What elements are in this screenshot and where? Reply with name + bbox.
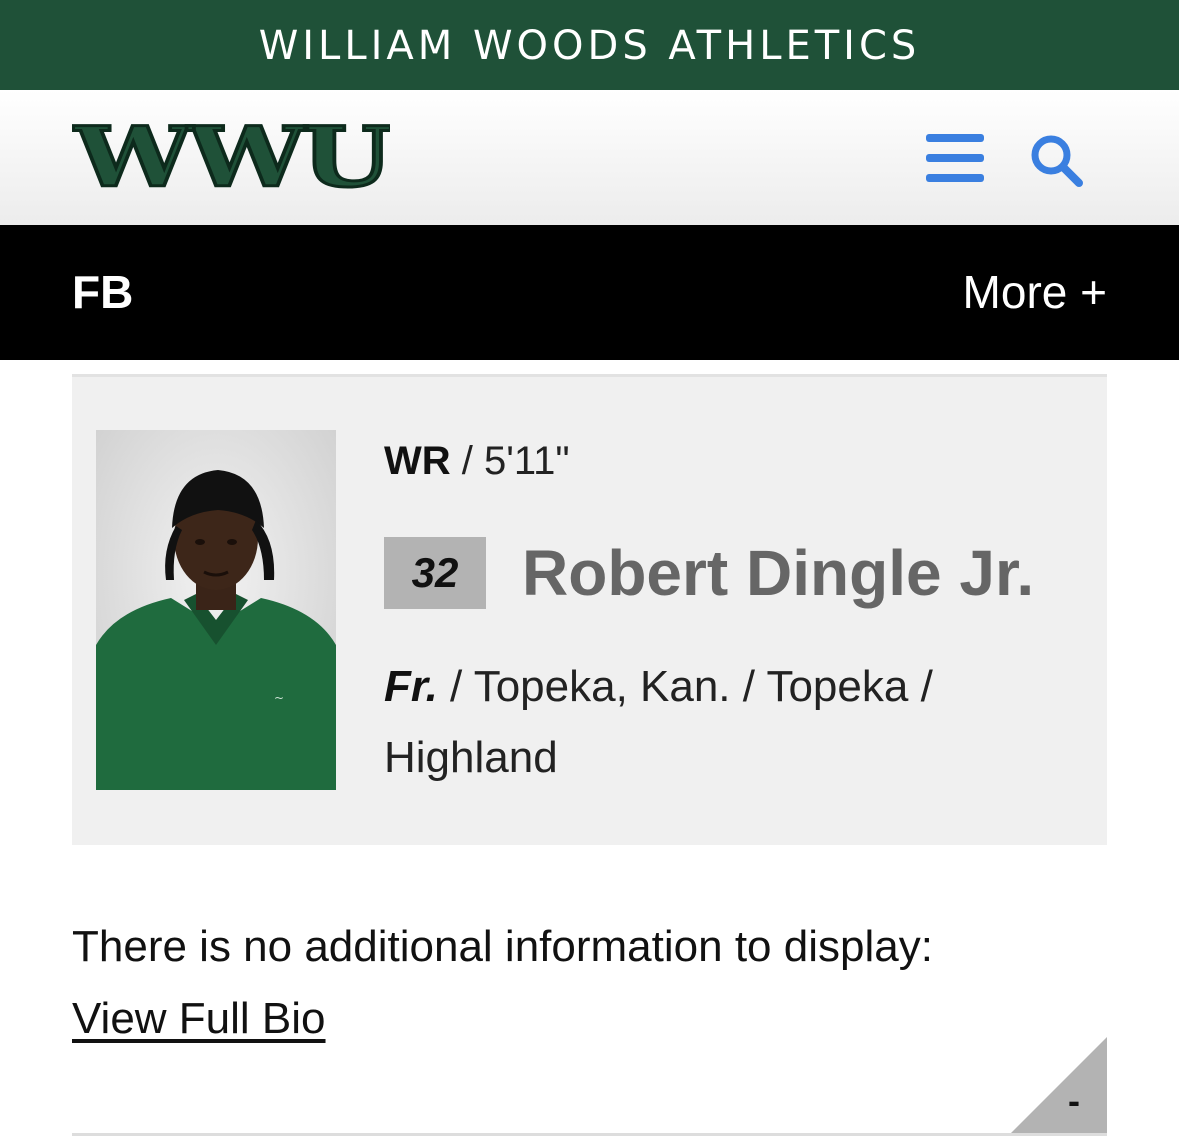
hometown: Topeka, Kan. [473,662,731,711]
jersey-number: 32 [384,537,486,609]
no-info-message: There is no additional information to di… [72,922,933,971]
hamburger-menu-icon[interactable] [924,132,986,184]
player-height: 5'11" [484,439,570,483]
player-card: ~ WR / 5'11" 32 Robert Dingle Jr. Fr. / … [72,374,1107,845]
view-full-bio-link[interactable]: View Full Bio [72,994,326,1044]
divider [72,1133,1107,1136]
collapse-toggle-corner[interactable] [1011,1037,1107,1133]
more-menu-button[interactable]: More + [963,265,1107,319]
collapse-button[interactable]: - [1068,1080,1080,1122]
separator: / [920,662,933,711]
player-name: Robert Dingle Jr. [522,537,1035,609]
high-school: Highland [384,733,558,782]
player-details: Fr. / Topeka, Kan. / Topeka / Highland [384,651,1084,793]
site-banner: WILLIAM WOODS ATHLETICS [0,0,1179,90]
player-position: WR [384,439,451,483]
previous-school: Topeka [766,662,909,711]
site-title: WILLIAM WOODS ATHLETICS [258,23,921,69]
svg-text:~: ~ [274,691,284,705]
wwu-logo[interactable]: WWU [72,124,390,196]
svg-text:WWU: WWU [73,124,390,196]
position-height-line: WR / 5'11" [384,439,570,484]
separator: / [461,439,484,483]
search-icon[interactable] [1028,132,1084,188]
player-headshot: ~ [96,430,336,790]
separator: / [742,662,767,711]
class-year: Fr. [384,662,438,711]
sport-nav-bar: FB More + [0,225,1179,360]
separator: / [450,662,474,711]
sport-label[interactable]: FB [72,265,133,319]
site-header: WWU [0,90,1179,225]
